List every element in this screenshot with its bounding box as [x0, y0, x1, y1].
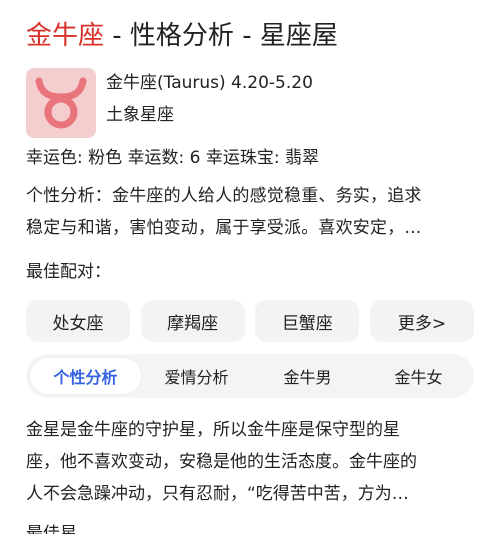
match-chip-virgo[interactable]: 处女座 — [26, 300, 130, 342]
tab-content[interactable]: 金星是金牛座的守护星，所以金牛座是保守型的星 座，他不喜欢变动，安稳是他的生活态… — [26, 414, 478, 510]
best-match-label: 最佳配对： — [26, 262, 111, 282]
page-title[interactable]: 金牛座 - 性格分析 - 星座屋 — [26, 18, 338, 54]
content-line: 座，他不喜欢变动，安稳是他的生活态度。金牛座的 — [26, 452, 417, 472]
match-chip-cancer[interactable]: 巨蟹座 — [255, 300, 360, 342]
zodiac-name-dates: 金牛座(Taurus) 4.20-5.20 — [106, 73, 313, 93]
match-chip-capricorn[interactable]: 摩羯座 — [140, 300, 245, 342]
next-section-heading: 最佳星... — [26, 524, 94, 534]
zodiac-info: 金牛座(Taurus) 4.20-5.20 土象星座 — [106, 70, 313, 128]
tab-taurus-female[interactable]: 金牛女 — [363, 358, 474, 394]
zodiac-element: 土象星座 — [106, 105, 174, 125]
zodiac-logo — [26, 68, 96, 138]
tab-personality[interactable]: 个性分析 — [30, 358, 141, 394]
tab-taurus-male[interactable]: 金牛男 — [252, 358, 363, 394]
content-line: 金星是金牛座的守护星，所以金牛座是保守型的星 — [26, 420, 400, 440]
summary-line: 个性分析：金牛座的人给人的感觉稳重、务实，追求 — [26, 186, 422, 206]
analysis-tabs: 个性分析 爱情分析 金牛男 金牛女 — [26, 354, 474, 398]
personality-summary[interactable]: 个性分析：金牛座的人给人的感觉稳重、务实，追求 稳定与和谐，害怕变动，属于享受派… — [26, 180, 478, 244]
tab-love[interactable]: 爱情分析 — [141, 358, 252, 394]
summary-line: 稳定与和谐，害怕变动，属于享受派。喜欢安定，… — [26, 218, 422, 238]
title-rest: - 性格分析 - 星座屋 — [104, 21, 338, 51]
title-highlight: 金牛座 — [26, 21, 105, 51]
zodiac-header: 金牛座(Taurus) 4.20-5.20 土象星座 — [26, 68, 476, 138]
page: 金牛座 - 性格分析 - 星座屋 金牛座(Taurus) 4.20-5.20 土… — [0, 0, 500, 534]
match-chips: 处女座 摩羯座 巨蟹座 更多> — [26, 300, 474, 342]
more-matches-button[interactable]: 更多> — [369, 300, 474, 342]
taurus-symbol-icon — [35, 77, 87, 129]
lucky-info: 幸运色: 粉色 幸运数: 6 幸运珠宝: 翡翠 — [26, 148, 320, 168]
content-line: 人不会急躁冲动，只有忍耐，“吃得苦中苦，方为… — [26, 484, 409, 504]
